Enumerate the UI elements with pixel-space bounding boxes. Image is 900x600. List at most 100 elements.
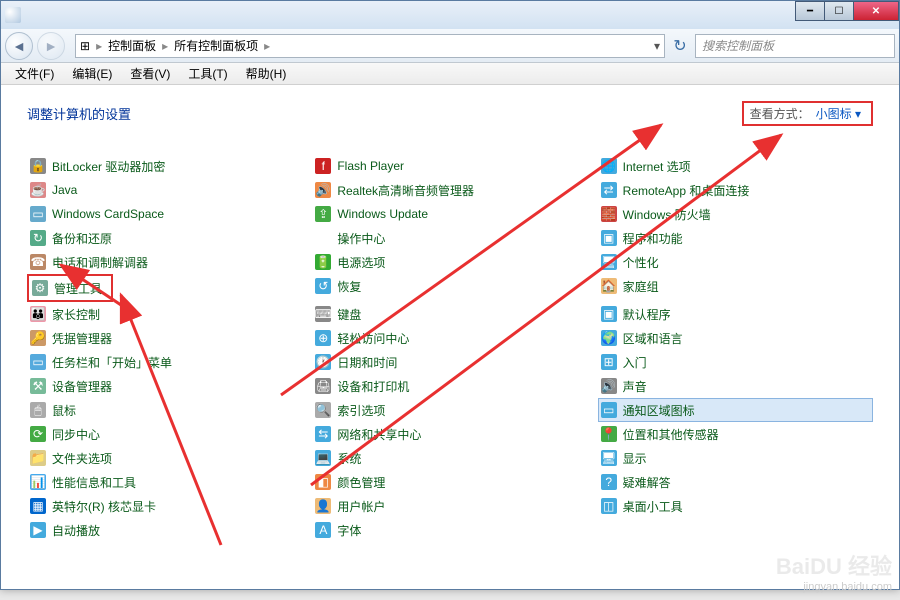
item-icon: 🔊 [601, 378, 617, 394]
control-panel-item[interactable]: ⊞入门 [598, 350, 873, 374]
item-label: 声音 [623, 378, 647, 395]
control-panel-items: 🔒BitLocker 驱动器加密 fFlash Player 🌐Internet 选… [27, 154, 873, 542]
breadcrumb[interactable]: ⊞ ▸ 控制面板 ▸ 所有控制面板项 ▸ ▾ [75, 34, 665, 58]
item-icon: ▭ [601, 402, 617, 418]
control-panel-item[interactable]: 👤用户帐户 [312, 494, 587, 518]
control-panel-item[interactable]: ?疑难解答 [598, 470, 873, 494]
item-label: 电源选项 [337, 254, 385, 271]
item-icon: ☎ [30, 254, 46, 270]
control-panel-item[interactable]: 💻系统 [312, 446, 587, 470]
control-panel-item[interactable]: 🌐Internet 选项 [598, 154, 873, 178]
control-panel-item[interactable]: A字体 [312, 518, 587, 542]
menu-help[interactable]: 帮助(H) [238, 63, 295, 84]
system-icon: ⊞ [80, 39, 90, 53]
item-icon: ▦ [30, 498, 46, 514]
control-panel-item[interactable]: ▣ 程序和功能 [598, 226, 873, 250]
menu-view[interactable]: 查看(V) [122, 63, 178, 84]
control-panel-item[interactable]: ⊕轻松访问中心 [312, 326, 587, 350]
refresh-button[interactable]: ↻ [669, 35, 691, 57]
menu-file[interactable]: 文件(F) [7, 63, 62, 84]
item-icon: 🌐 [601, 158, 617, 174]
watermark-brand: BaiDU 经验 [776, 554, 892, 580]
control-panel-item[interactable]: ▭任务栏和「开始」菜单 [27, 350, 302, 374]
breadcrumb-sep[interactable]: ▸ [264, 39, 270, 53]
control-panel-item[interactable]: 👪家长控制 [27, 302, 302, 326]
item-label: 疑难解答 [623, 474, 671, 491]
control-panel-item[interactable]: 🕐日期和时间 [312, 350, 587, 374]
item-label: 入门 [623, 354, 647, 371]
item-icon: ⇄ [601, 182, 617, 198]
control-panel-item[interactable]: ◫桌面小工具 [598, 494, 873, 518]
control-panel-item[interactable]: ▣默认程序 [598, 302, 873, 326]
item-icon: ▭ [30, 206, 46, 222]
item-label: 程序和功能 [623, 230, 683, 247]
control-panel-item[interactable]: ↻备份和还原 [27, 226, 302, 250]
control-panel-item[interactable]: 🏠家庭组 [598, 274, 873, 298]
control-panel-item[interactable]: ⌨键盘 [312, 302, 587, 326]
watermark: BaiDU 经验 jingyan.baidu.com [776, 554, 892, 594]
item-label: Realtek高清晰音频管理器 [337, 182, 474, 199]
control-panel-item[interactable]: 🧱Windows 防火墙 [598, 202, 873, 226]
control-panel-item[interactable]: ⇄RemoteApp 和桌面连接 [598, 178, 873, 202]
control-panel-item[interactable]: ⚒ 设备管理器 [27, 374, 302, 398]
item-label: 日期和时间 [337, 354, 397, 371]
control-panel-item[interactable]: ▭Windows CardSpace [27, 202, 302, 226]
control-panel-item[interactable]: 🌍区域和语言 [598, 326, 873, 350]
breadcrumb-sep[interactable]: ▸ [96, 39, 102, 53]
control-panel-item[interactable]: 🔊Realtek高清晰音频管理器 [312, 178, 587, 202]
item-icon: ▣ [601, 230, 617, 246]
control-panel-item[interactable]: 🖨设备和打印机 [312, 374, 587, 398]
control-panel-item[interactable]: 🔋电源选项 [312, 250, 587, 274]
control-panel-item[interactable]: 📍位置和其他传感器 [598, 422, 873, 446]
minimize-button[interactable]: ━ [795, 1, 825, 21]
view-mode-combo[interactable]: 小图标 ▾ [816, 105, 861, 122]
search-input[interactable]: 搜索控制面板 [695, 34, 895, 58]
control-panel-item[interactable]: 🔑凭据管理器 [27, 326, 302, 350]
control-panel-item[interactable]: ☎电话和调制解调器 [27, 250, 302, 274]
control-panel-item[interactable]: ⚑操作中心 [312, 226, 587, 250]
back-button[interactable]: ◄ [5, 32, 33, 60]
control-panel-item[interactable]: 🖥显示 [598, 446, 873, 470]
close-button[interactable]: ✕ [853, 1, 899, 21]
control-panel-item[interactable]: 🔒BitLocker 驱动器加密 [27, 154, 302, 178]
item-label: 凭据管理器 [52, 330, 112, 347]
menu-edit[interactable]: 编辑(E) [64, 63, 120, 84]
control-panel-item[interactable]: ⇪Windows Update [312, 202, 587, 226]
control-panel-item[interactable]: 🔍索引选项 [312, 398, 587, 422]
control-panel-item[interactable]: 📁文件夹选项 [27, 446, 302, 470]
control-panel-item[interactable]: fFlash Player [312, 154, 587, 178]
control-panel-item[interactable]: ▭ 通知区域图标 [598, 398, 873, 422]
breadcrumb-dropdown[interactable]: ▾ [654, 39, 660, 53]
control-panel-item[interactable]: ⟳同步中心 [27, 422, 302, 446]
breadcrumb-part[interactable]: 所有控制面板项 [174, 37, 258, 54]
item-icon: ▣ [601, 306, 617, 322]
item-label: 通知区域图标 [623, 402, 695, 419]
control-panel-item[interactable]: 🔊 声音 [598, 374, 873, 398]
item-icon: ⚒ [30, 378, 46, 394]
item-label: 设备管理器 [52, 378, 112, 395]
maximize-button[interactable]: ☐ [824, 1, 854, 21]
item-label: 个性化 [623, 254, 659, 271]
control-panel-item[interactable]: ▦英特尔(R) 核芯显卡 [27, 494, 302, 518]
control-panel-item[interactable]: ⇆网络和共享中心 [312, 422, 587, 446]
breadcrumb-sep[interactable]: ▸ [162, 39, 168, 53]
item-label: 轻松访问中心 [337, 330, 409, 347]
control-panel-item[interactable]: ⚙管理工具 [29, 276, 105, 300]
item-label: 区域和语言 [623, 330, 683, 347]
item-highlight: ⚙管理工具 [27, 274, 113, 302]
menu-tools[interactable]: 工具(T) [180, 63, 235, 84]
forward-button[interactable]: ► [37, 32, 65, 60]
control-panel-item[interactable]: ◧颜色管理 [312, 470, 587, 494]
item-icon: ⚑ [315, 230, 331, 246]
item-icon: ◧ [315, 474, 331, 490]
control-panel-item[interactable]: 📊性能信息和工具 [27, 470, 302, 494]
item-label: 字体 [337, 522, 361, 539]
breadcrumb-part[interactable]: 控制面板 [108, 37, 156, 54]
item-label: 任务栏和「开始」菜单 [52, 354, 172, 371]
app-icon [5, 7, 21, 23]
control-panel-item[interactable]: 🖱鼠标 [27, 398, 302, 422]
control-panel-item[interactable]: ☕Java [27, 178, 302, 202]
control-panel-item[interactable]: ▶自动播放 [27, 518, 302, 542]
control-panel-item[interactable]: ↺恢复 [312, 274, 587, 298]
control-panel-item[interactable]: 🖥个性化 [598, 250, 873, 274]
